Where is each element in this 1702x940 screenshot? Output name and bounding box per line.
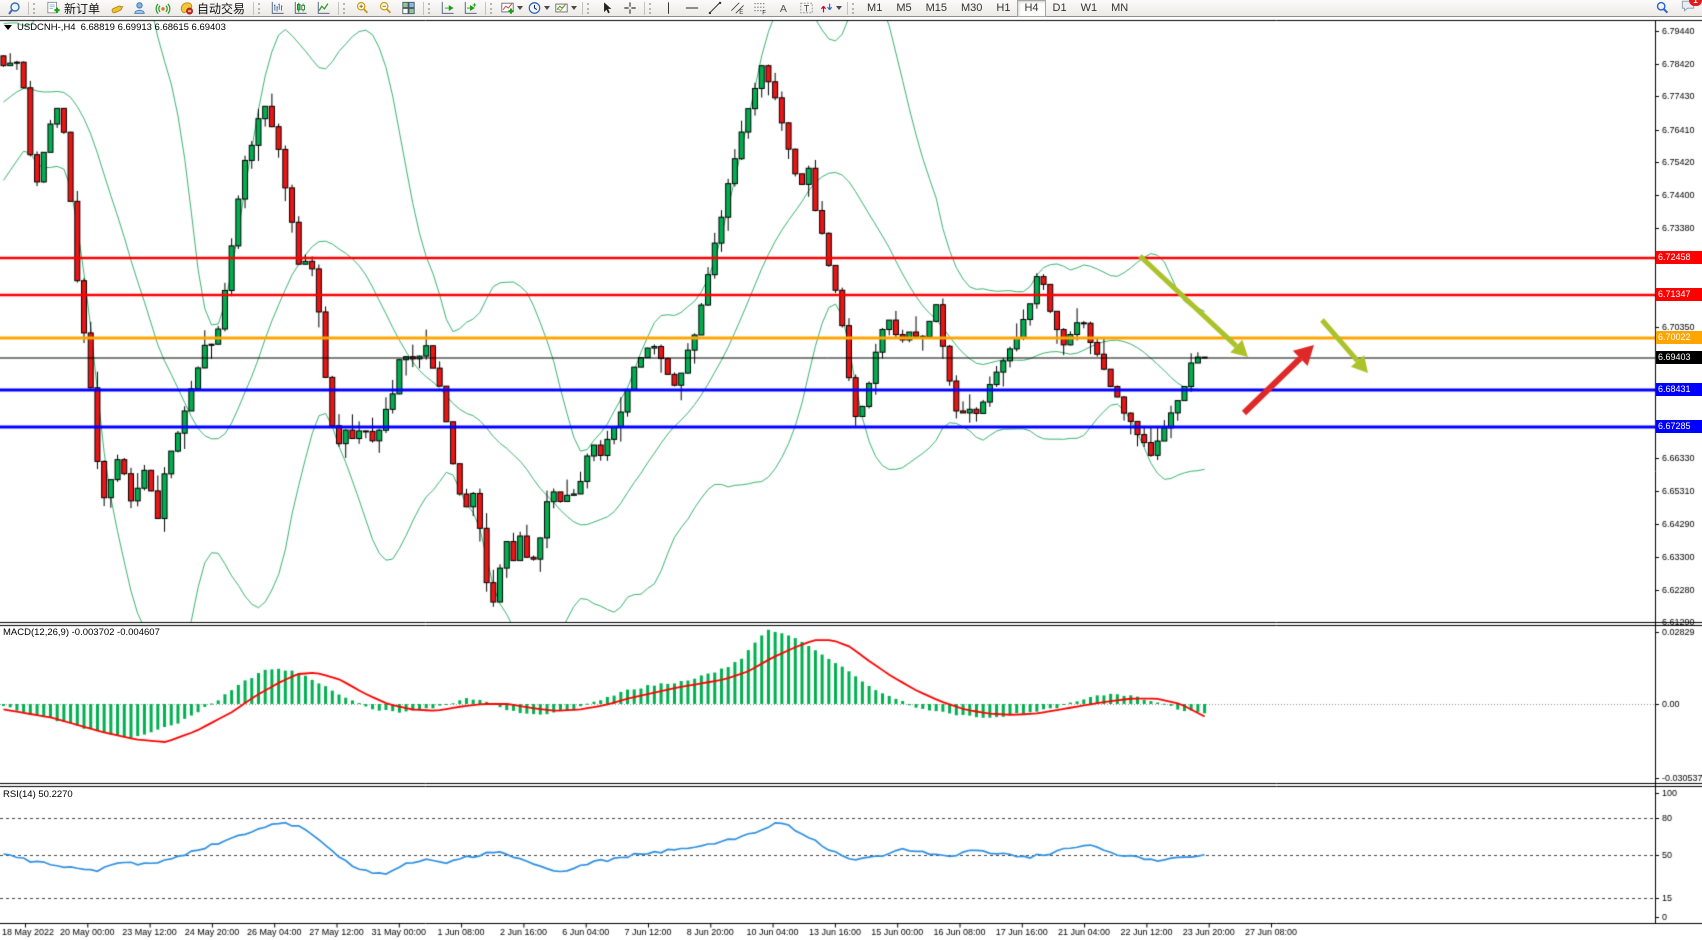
tab-h4[interactable]: H4 bbox=[1017, 0, 1045, 17]
candle-chart-mode-icon[interactable] bbox=[289, 0, 312, 17]
price-level-tag[interactable]: 6.70022 bbox=[1656, 331, 1702, 344]
chart-canvas[interactable] bbox=[0, 0, 1702, 940]
market-watch-icon[interactable] bbox=[2, 0, 25, 17]
zoom-in-icon[interactable] bbox=[351, 0, 374, 17]
new-order-icon bbox=[46, 1, 61, 15]
auto-scroll-icon[interactable] bbox=[436, 0, 459, 17]
crosshair-button[interactable] bbox=[618, 0, 641, 17]
periods-button[interactable] bbox=[525, 0, 552, 17]
notifications-button[interactable]: 1 bbox=[1680, 0, 1696, 18]
search-icon[interactable] bbox=[1651, 0, 1674, 17]
auto-trading-button[interactable]: 自动交易 bbox=[174, 0, 250, 17]
price-level-tag[interactable]: 6.69403 bbox=[1656, 351, 1702, 364]
svg-text:E: E bbox=[739, 9, 743, 15]
label-tool[interactable]: T bbox=[795, 0, 818, 17]
indicators-icon bbox=[500, 1, 515, 15]
notification-badge: 1 bbox=[1689, 0, 1702, 6]
tab-h1[interactable]: H1 bbox=[989, 0, 1017, 17]
svg-text:A: A bbox=[780, 3, 788, 15]
templates-button[interactable] bbox=[552, 0, 579, 17]
equidistant-channel-tool[interactable]: E bbox=[726, 0, 749, 17]
symbol-name: USDCNH-,H4 bbox=[17, 22, 76, 33]
fibonacci-tool[interactable]: F bbox=[749, 0, 772, 17]
svg-text:T: T bbox=[804, 4, 810, 14]
chart-shift-icon[interactable] bbox=[459, 0, 482, 17]
rsi-label: RSI(14) 50.2270 bbox=[3, 789, 73, 800]
clock-icon bbox=[527, 1, 542, 15]
vertical-line-tool[interactable] bbox=[657, 0, 680, 17]
auto-trading-icon bbox=[179, 1, 194, 15]
template-icon bbox=[554, 1, 569, 15]
tab-m1[interactable]: M1 bbox=[860, 0, 889, 17]
cursor-button[interactable] bbox=[595, 0, 618, 17]
svg-text:F: F bbox=[762, 10, 766, 15]
new-order-button[interactable]: 新订单 bbox=[41, 0, 105, 17]
tab-w1[interactable]: W1 bbox=[1074, 0, 1105, 17]
indicators-button[interactable] bbox=[498, 0, 525, 17]
tab-mn[interactable]: MN bbox=[1104, 0, 1135, 17]
mt4-window: 新订单 自动交易 bbox=[0, 0, 1702, 940]
price-level-tag[interactable]: 6.67285 bbox=[1656, 420, 1702, 433]
signal-icon[interactable] bbox=[151, 0, 174, 17]
text-tool[interactable]: A bbox=[772, 0, 795, 17]
tab-d1[interactable]: D1 bbox=[1046, 0, 1074, 17]
macd-label: MACD(12,26,9) -0.003702 -0.004607 bbox=[3, 627, 160, 638]
tab-m15[interactable]: M15 bbox=[919, 0, 954, 17]
profile-icon[interactable] bbox=[128, 0, 151, 17]
arrows-tool[interactable] bbox=[818, 0, 844, 17]
styler-icon[interactable] bbox=[105, 0, 128, 17]
tab-m5[interactable]: M5 bbox=[889, 0, 918, 17]
tab-m30[interactable]: M30 bbox=[954, 0, 989, 17]
new-order-label: 新订单 bbox=[64, 0, 100, 17]
price-level-tag[interactable]: 6.68431 bbox=[1656, 383, 1702, 396]
symbol-ohlc: 6.68819 6.69913 6.68615 6.69403 bbox=[81, 22, 226, 33]
zoom-out-icon[interactable] bbox=[374, 0, 397, 17]
price-level-tag[interactable]: 6.71347 bbox=[1656, 288, 1702, 301]
symbol-dropdown-icon[interactable] bbox=[4, 25, 12, 30]
line-chart-mode-icon[interactable] bbox=[312, 0, 335, 17]
symbol-info: USDCNH-,H4 6.68819 6.69913 6.68615 6.694… bbox=[4, 22, 226, 33]
bar-chart-mode-icon[interactable] bbox=[266, 0, 289, 17]
auto-trading-label: 自动交易 bbox=[197, 0, 245, 17]
tile-windows-icon[interactable] bbox=[397, 0, 420, 17]
price-level-tag[interactable]: 6.72458 bbox=[1656, 251, 1702, 264]
horizontal-line-tool[interactable] bbox=[680, 0, 703, 17]
toolbar: 新订单 自动交易 bbox=[0, 0, 1702, 17]
trendline-tool[interactable] bbox=[703, 0, 726, 17]
